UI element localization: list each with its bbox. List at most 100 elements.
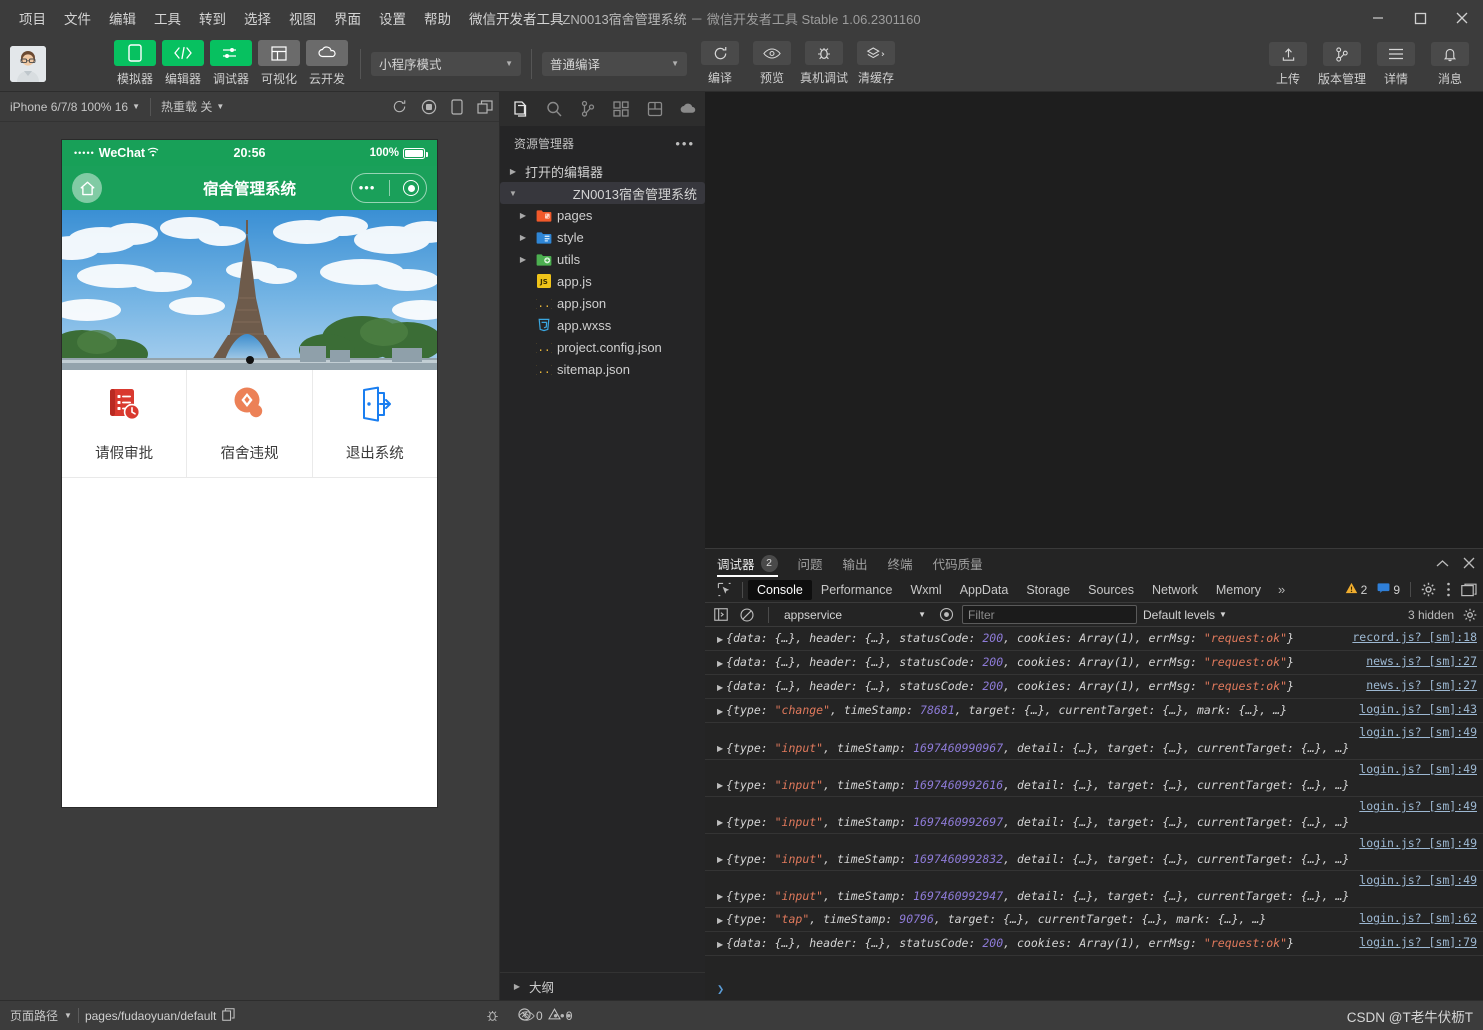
tree-item-app-json[interactable]: ▶ {..} app.json <box>500 292 705 314</box>
device-select[interactable]: iPhone 6/7/8 100% 16 ▼ <box>0 92 150 121</box>
console-log-source-link[interactable]: login.js? [sm]:43 <box>1359 701 1477 718</box>
menu-item-tools[interactable]: 工具 <box>145 4 190 32</box>
console-log-row[interactable]: ▶ {data: {…}, header: {…}, statusCode: 20… <box>705 651 1483 675</box>
console-prompt[interactable]: ❯ <box>705 978 1483 1000</box>
chevron-right-icon[interactable]: ▶ <box>717 740 723 757</box>
panel-tab-appdata[interactable]: AppData <box>951 580 1018 600</box>
gear-icon[interactable] <box>1421 582 1436 597</box>
console-log-source-link[interactable]: news.js? [sm]:27 <box>1366 653 1477 670</box>
avatar[interactable] <box>10 45 46 82</box>
refresh-icon[interactable] <box>392 99 407 114</box>
chevron-right-icon[interactable]: ▶ <box>717 814 723 831</box>
close-circle-icon[interactable] <box>403 180 420 196</box>
menu-item-help[interactable]: 帮助 <box>415 4 460 32</box>
console-log-row[interactable]: ▶ {type: "input", timeStamp: 169746099269… <box>705 797 1483 834</box>
mode-button-cloud[interactable]: 云开发 <box>304 40 350 87</box>
info-count[interactable]: 9 <box>1377 582 1400 597</box>
menu-item-select[interactable]: 选择 <box>235 4 280 32</box>
console-log-row[interactable]: ▶ {type: "input", timeStamp: 169746099096… <box>705 723 1483 760</box>
menu-item-devtools[interactable]: 微信开发者工具 <box>460 4 573 32</box>
chevron-right-icon[interactable]: ▶ <box>717 635 723 644</box>
hot-reload-select[interactable]: 热重载 关 ▼ <box>151 92 234 121</box>
tab-code-quality[interactable]: 代码质量 <box>933 549 983 577</box>
panel-tab-console[interactable]: Console <box>748 579 812 600</box>
tab-debugger[interactable]: 调试器 2 <box>717 549 778 577</box>
mode-button-simulator[interactable]: 模拟器 <box>112 40 158 87</box>
rotate-icon[interactable] <box>451 98 463 115</box>
grid-item-violation[interactable]: 宿舍违规 <box>187 370 313 477</box>
tree-item-project-config[interactable]: ▶ {..} project.config.json <box>500 336 705 358</box>
editor-empty-area[interactable] <box>705 92 1483 548</box>
menu-item-edit[interactable]: 编辑 <box>100 4 145 32</box>
compile-button[interactable]: 编译 <box>695 41 745 86</box>
console-sidebar-icon[interactable] <box>711 606 731 624</box>
status-bar-diagnostics[interactable]: 0 0 <box>518 1007 572 1024</box>
console-log-row[interactable]: ▶ {type: "input", timeStamp: 169746099283… <box>705 834 1483 871</box>
mode-select[interactable]: 小程序模式 ▼ <box>371 51 521 76</box>
console-log-source-link[interactable]: news.js? [sm]:27 <box>1366 677 1477 694</box>
menu-item-goto[interactable]: 转到 <box>190 4 235 32</box>
panel-tab-performance[interactable]: Performance <box>812 580 902 600</box>
minimize-button[interactable] <box>1357 0 1399 36</box>
copy-icon[interactable] <box>222 1007 235 1024</box>
chevron-right-icon[interactable]: ▶ <box>717 940 723 949</box>
tab-problems[interactable]: 问题 <box>798 549 823 577</box>
console-context-select[interactable]: appservice ▼ <box>780 606 930 624</box>
grid-item-logout[interactable]: 退出系统 <box>313 370 437 477</box>
console-log-row[interactable]: ▶ {data: {…}, header: {…}, statusCode: 20… <box>705 932 1483 956</box>
window-icon[interactable] <box>477 99 493 114</box>
console-log-row[interactable]: ▶ {type: "input", timeStamp: 169746099294… <box>705 871 1483 908</box>
mode-button-editor[interactable]: 编辑器 <box>160 40 206 87</box>
tree-section-open-editors[interactable]: ▶ 打开的编辑器 <box>500 160 705 182</box>
panel-tab-network[interactable]: Network <box>1143 580 1207 600</box>
collapse-icon[interactable] <box>1436 559 1449 568</box>
console-filter-input[interactable] <box>962 605 1137 624</box>
files-icon[interactable] <box>504 92 538 126</box>
console-log-row[interactable]: ▶ {type: "change", timeStamp: 78681, targ… <box>705 699 1483 723</box>
bug-icon[interactable] <box>485 1008 500 1023</box>
outline-section[interactable]: ▶ 大纲 <box>500 972 705 1000</box>
console-levels-select[interactable]: Default levels ▼ <box>1143 608 1227 622</box>
explorer-more-icon[interactable]: ••• <box>675 136 695 151</box>
source-control-icon[interactable] <box>571 92 605 126</box>
inspect-element-icon[interactable] <box>711 579 737 601</box>
console-log-row[interactable]: ▶ {type: "tap", timeStamp: 90796, target:… <box>705 908 1483 932</box>
console-log-row[interactable]: ▶ {data: {…}, header: {…}, statusCode: 20… <box>705 675 1483 699</box>
grid-item-leave-approval[interactable]: 请假审批 <box>62 370 188 477</box>
preview-button[interactable]: 预览 <box>747 41 797 86</box>
chevron-right-icon[interactable]: ▶ <box>717 659 723 668</box>
upload-button[interactable]: 上传 <box>1263 42 1313 87</box>
menu-item-settings[interactable]: 设置 <box>370 4 415 32</box>
search-icon[interactable] <box>538 92 572 126</box>
chevron-right-icon[interactable]: ▶ <box>717 707 723 716</box>
kebab-menu-icon[interactable] <box>1446 582 1451 597</box>
record-icon[interactable] <box>421 99 437 115</box>
live-expression-icon[interactable] <box>936 606 956 624</box>
tab-terminal[interactable]: 终端 <box>888 549 913 577</box>
console-log-row[interactable]: ▶ {data: {…}, header: {…}, statusCode: 20… <box>705 627 1483 651</box>
panel-tab-memory[interactable]: Memory <box>1207 580 1270 600</box>
chevron-right-icon[interactable]: ▶ <box>717 777 723 794</box>
console-log-source-link[interactable]: login.js? [sm]:62 <box>1359 910 1477 927</box>
clear-console-icon[interactable] <box>737 606 757 624</box>
carousel-indicator-dot[interactable] <box>245 356 254 364</box>
extensions-icon[interactable] <box>605 92 639 126</box>
mode-button-visual[interactable]: 可视化 <box>256 40 302 87</box>
panel-tab-sources[interactable]: Sources <box>1079 580 1143 600</box>
console-log-source-link[interactable]: login.js? [sm]:49 <box>1359 798 1477 815</box>
panel-tab-storage[interactable]: Storage <box>1017 580 1079 600</box>
console-log-row[interactable]: ▶ {type: "input", timeStamp: 169746099261… <box>705 760 1483 797</box>
tab-output[interactable]: 输出 <box>843 549 868 577</box>
tree-item-utils[interactable]: ▶ utils <box>500 248 705 270</box>
console-log-source-link[interactable]: login.js? [sm]:79 <box>1359 934 1477 951</box>
wechat-capsule[interactable]: ••• <box>351 173 427 203</box>
console-log-source-link[interactable]: login.js? [sm]:49 <box>1359 724 1477 741</box>
gear-icon[interactable] <box>1463 608 1477 622</box>
chevron-right-icon[interactable]: ▶ <box>717 851 723 868</box>
page-path-label[interactable]: 页面路径 <box>10 1007 58 1024</box>
console-log-source-link[interactable]: login.js? [sm]:49 <box>1359 872 1477 889</box>
compile-select[interactable]: 普通编译 ▼ <box>542 51 687 76</box>
menu-item-file[interactable]: 文件 <box>55 4 100 32</box>
close-icon[interactable] <box>1463 557 1475 569</box>
device-debug-button[interactable]: 真机调试 <box>799 41 849 86</box>
